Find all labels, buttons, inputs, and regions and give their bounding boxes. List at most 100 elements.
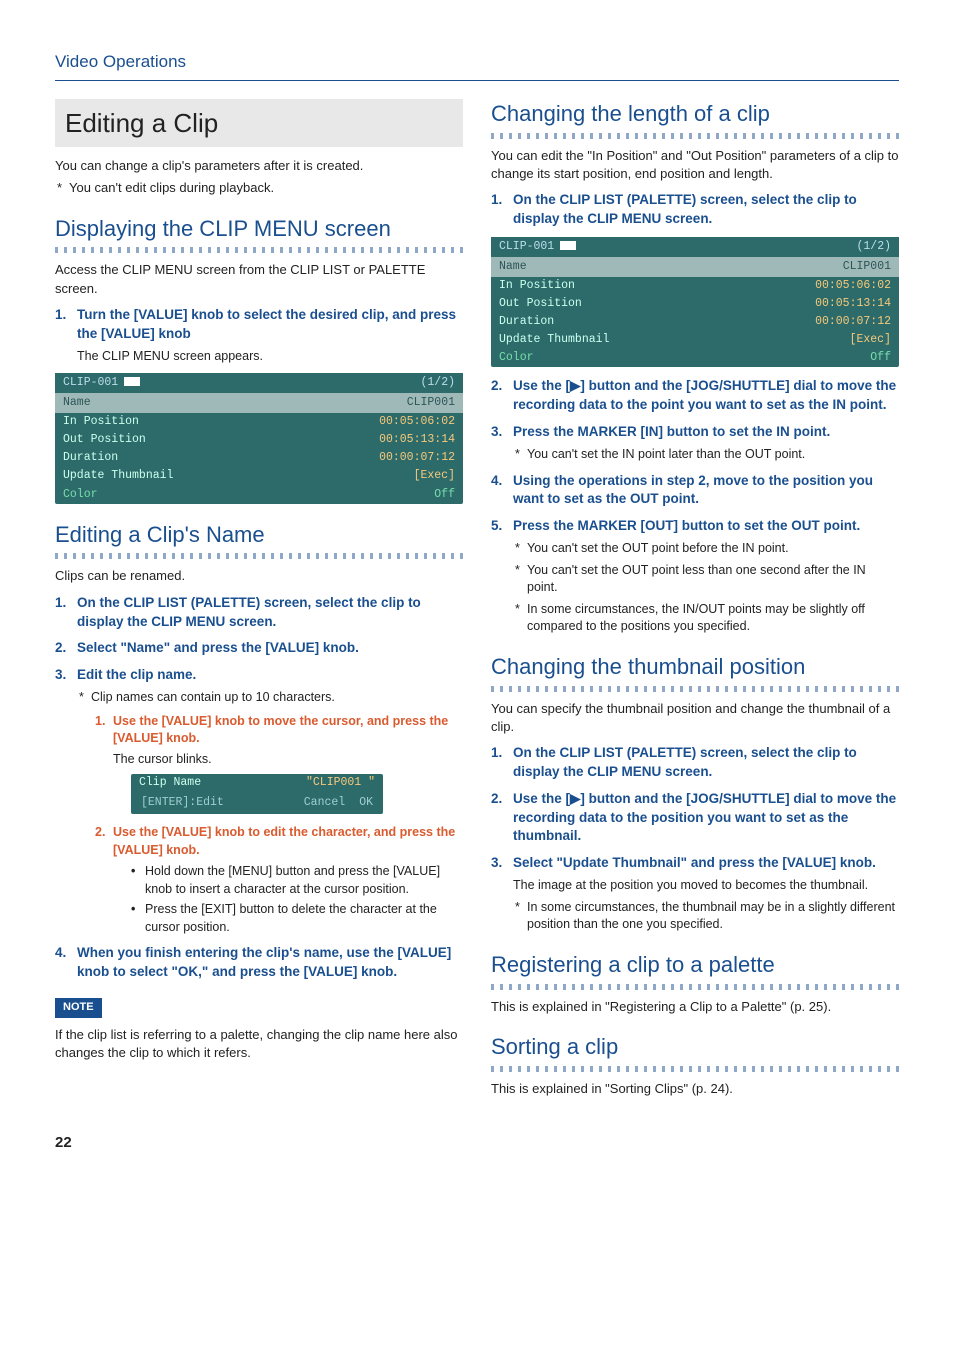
scr-row-value: Off <box>870 350 891 366</box>
page-title: Editing a Clip <box>55 99 463 147</box>
scr-row-value: 00:05:13:14 <box>379 432 455 448</box>
note-body: If the clip list is referring to a palet… <box>55 1026 463 1062</box>
step-text: Select "Name" and press the [VALUE] knob… <box>77 640 359 655</box>
scr-row-label: In Position <box>499 278 575 294</box>
step-item: Press the MARKER [OUT] button to set the… <box>491 517 899 635</box>
step-note: Clip names can contain up to 10 characte… <box>77 689 463 707</box>
step-text: Press the MARKER [OUT] button to set the… <box>513 518 860 533</box>
scr-ok: OK <box>359 795 373 811</box>
substep-text: Use the [VALUE] knob to move the cursor,… <box>113 714 448 746</box>
scr-row-label: Update Thumbnail <box>499 332 609 348</box>
step-text: Use the [▶] button and the [JOG/SHUTTLE]… <box>513 791 896 844</box>
substep-item: Use the [VALUE] knob to move the cursor,… <box>95 713 463 815</box>
step-text: Press the MARKER [IN] button to set the … <box>513 424 830 439</box>
section-register-title: Registering a clip to a palette <box>491 950 899 981</box>
step-text: On the CLIP LIST (PALETTE) screen, selec… <box>77 595 421 629</box>
scr-row-value: [Exec] <box>414 468 455 484</box>
step-text: On the CLIP LIST (PALETTE) screen, selec… <box>513 192 857 226</box>
section-register-body: This is explained in "Registering a Clip… <box>491 998 899 1016</box>
step-item: Use the [▶] button and the [JOG/SHUTTLE]… <box>491 790 899 847</box>
section-length-body: You can edit the "In Position" and "Out … <box>491 147 899 183</box>
scr-name-value: CLIP001 <box>407 395 455 411</box>
step-item: On the CLIP LIST (PALETTE) screen, selec… <box>491 191 899 229</box>
scr-row-label: Color <box>499 350 534 366</box>
scr-header-left: CLIP-001 <box>499 239 576 255</box>
step-text: Select "Update Thumbnail" and press the … <box>513 855 876 870</box>
step-note: You can't set the OUT point less than on… <box>513 562 899 597</box>
step-text: Edit the clip name. <box>77 667 196 682</box>
step-item: Using the operations in step 2, move to … <box>491 472 899 510</box>
step-note: In some circumstances, the IN/OUT points… <box>513 601 899 636</box>
divider <box>55 553 463 559</box>
section-name-title: Editing a Clip's Name <box>55 520 463 551</box>
scr-header-right: (1/2) <box>856 239 891 255</box>
section-thumb-title: Changing the thumbnail position <box>491 652 899 683</box>
clip-menu-screen: CLIP-001 (1/2) Name CLIP001 In Position 0… <box>55 373 463 504</box>
scr-row-value: 00:05:06:02 <box>815 278 891 294</box>
step-note: You can't set the IN point later than th… <box>513 446 899 464</box>
note-badge: NOTE <box>55 998 102 1017</box>
section-name-body: Clips can be renamed. <box>55 567 463 585</box>
substep-item: Use the [VALUE] knob to edit the charact… <box>95 824 463 936</box>
scr-row-value: 00:00:07:12 <box>379 450 455 466</box>
bullet-item: Press the [EXIT] button to delete the ch… <box>131 901 463 936</box>
scr-name-value: CLIP001 <box>843 259 891 275</box>
scr-row-label: Duration <box>63 450 118 466</box>
intro-text: You can change a clip's parameters after… <box>55 157 463 175</box>
step-text: When you finish entering the clip's name… <box>77 945 451 979</box>
scr-row-label: Color <box>63 487 98 503</box>
divider <box>491 686 899 692</box>
scr-enter-hint: [ENTER]:Edit <box>141 795 224 811</box>
divider <box>491 1066 899 1072</box>
step-item: Edit the clip name. Clip names can conta… <box>55 666 463 936</box>
rec-icon <box>118 376 140 389</box>
section-display-body: Access the CLIP MENU screen from the CLI… <box>55 261 463 297</box>
divider <box>55 247 463 253</box>
step-item: Select "Update Thumbnail" and press the … <box>491 854 899 933</box>
section-length-title: Changing the length of a clip <box>491 99 899 130</box>
scr-row-value: 00:05:13:14 <box>815 296 891 312</box>
section-sort-title: Sorting a clip <box>491 1032 899 1063</box>
substep-text: Use the [VALUE] knob to edit the charact… <box>113 825 455 857</box>
step-text: Use the [▶] button and the [JOG/SHUTTLE]… <box>513 378 896 412</box>
scr-row-label: In Position <box>63 414 139 430</box>
scr-row-value: "CLIP001 " <box>306 775 375 791</box>
scr-header-left: CLIP-001 <box>63 375 140 391</box>
scr-row-label: Clip Name <box>139 775 201 791</box>
section-sort-body: This is explained in "Sorting Clips" (p.… <box>491 1080 899 1098</box>
scr-name-label: Name <box>499 259 527 275</box>
scr-header-right: (1/2) <box>420 375 455 391</box>
breadcrumb: Video Operations <box>55 50 899 81</box>
step-item: Turn the [VALUE] knob to select the desi… <box>55 306 463 365</box>
step-note: In some circumstances, the thumbnail may… <box>513 899 899 934</box>
step-text: Using the operations in step 2, move to … <box>513 473 873 507</box>
step-note: You can't set the OUT point before the I… <box>513 540 899 558</box>
scr-cancel: Cancel <box>304 795 345 811</box>
scr-row-value: 00:00:07:12 <box>815 314 891 330</box>
step-body: The image at the position you moved to b… <box>513 877 899 895</box>
step-item: Press the MARKER [IN] button to set the … <box>491 423 899 463</box>
divider <box>491 984 899 990</box>
step-item: Use the [▶] button and the [JOG/SHUTTLE]… <box>491 377 899 415</box>
rec-icon <box>554 240 576 253</box>
bullet-item: Hold down the [MENU] button and press th… <box>131 863 463 898</box>
section-display-title: Displaying the CLIP MENU screen <box>55 214 463 245</box>
divider <box>491 133 899 139</box>
scr-row-label: Update Thumbnail <box>63 468 173 484</box>
intro-note: You can't edit clips during playback. <box>55 179 463 197</box>
scr-name-label: Name <box>63 395 91 411</box>
step-text: On the CLIP LIST (PALETTE) screen, selec… <box>513 745 857 779</box>
scr-row-label: Out Position <box>63 432 146 448</box>
scr-row-value: Off <box>434 487 455 503</box>
step-text: Turn the [VALUE] knob to select the desi… <box>77 307 456 341</box>
step-item: On the CLIP LIST (PALETTE) screen, selec… <box>55 594 463 632</box>
step-subtext: The CLIP MENU screen appears. <box>77 348 463 366</box>
clip-menu-screen-2: CLIP-001 (1/2) Name CLIP001 In Position 0… <box>491 237 899 368</box>
step-item: On the CLIP LIST (PALETTE) screen, selec… <box>491 744 899 782</box>
step-item: Select "Name" and press the [VALUE] knob… <box>55 639 463 658</box>
scr-row-label: Duration <box>499 314 554 330</box>
page-number: 22 <box>55 1132 899 1153</box>
name-edit-screen: Clip Name"CLIP001 " [ENTER]:Edit Cancel … <box>131 774 383 814</box>
scr-row-value: 00:05:06:02 <box>379 414 455 430</box>
substep-body: The cursor blinks. <box>113 751 463 769</box>
